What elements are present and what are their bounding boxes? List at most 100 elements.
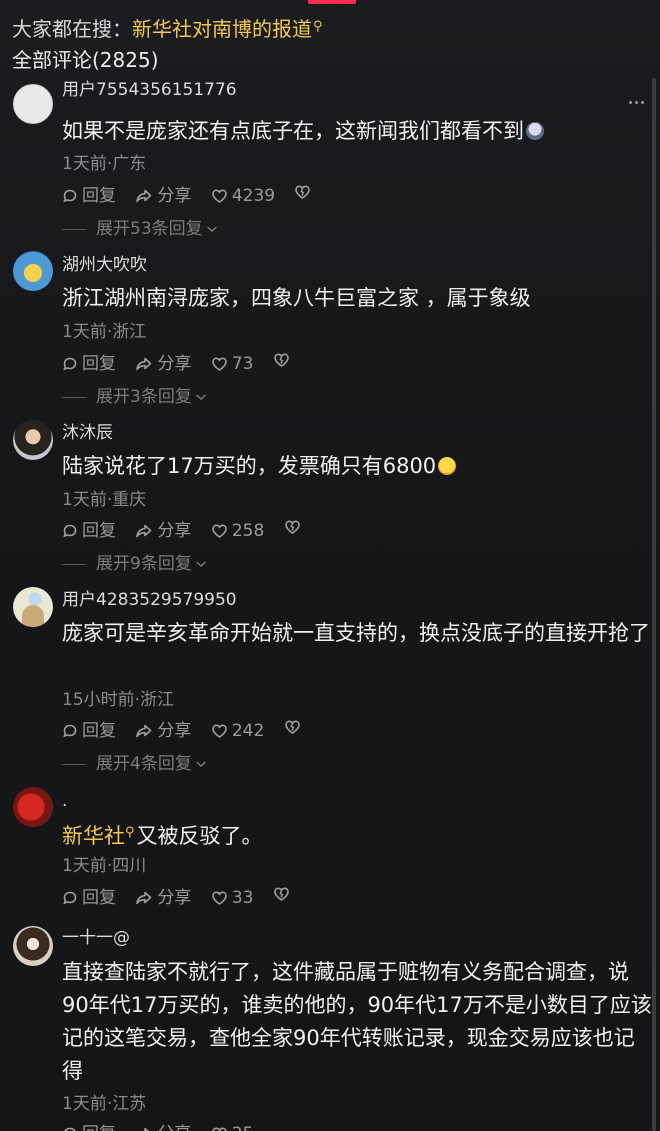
share-button[interactable]: 分享 [135,352,191,376]
reply-button[interactable]: 回复 [62,719,116,743]
divider [62,563,86,565]
comment-text: 庞家可是辛亥革命开始就一直支持的，换点没底子的直接开抢了 [62,621,650,645]
avatar[interactable] [13,787,53,827]
reply-label: 回复 [82,186,116,206]
comment-text-body: 又被反驳了。 [136,824,263,848]
broken-heart-icon [284,720,300,734]
expand-label: 展开9条回复 [96,554,192,574]
avatar[interactable] [13,926,53,966]
heart-icon [212,189,227,203]
reply-button[interactable]: 回复 [62,519,116,543]
comment-username[interactable]: 沐沐辰 [62,421,113,445]
reply-button[interactable]: 回复 [62,352,116,376]
comment-username[interactable]: 用户7554356151776 [62,78,237,102]
scrollbar-thumb[interactable] [652,78,656,1131]
like-button[interactable]: 242 [211,719,264,743]
share-button[interactable]: 分享 [135,719,191,743]
avatar-figure [22,605,44,627]
hot-search-prefix: 大家都在搜： [12,17,132,41]
reply-bubble-icon [63,357,77,371]
reply-bubble-icon [63,189,77,203]
share-arrow-icon [136,724,152,738]
share-button[interactable]: 分享 [135,519,191,543]
like-count: 73 [231,354,254,374]
broken-heart-icon [295,185,311,199]
expand-label: 展开53条回复 [96,219,203,239]
chevron-down-icon [195,394,206,401]
broken-heart-icon [274,887,289,901]
comment-actions: 回复 分享 258 [62,519,319,543]
comment-actions: 回复 分享 4239 [62,184,329,208]
broken-heart-icon [274,353,289,367]
like-button[interactable]: 258 [211,519,264,543]
comment-meta: 1天前·江苏 [62,1094,147,1114]
hot-search-bar[interactable]: 大家都在搜：新华社对南博的报道⚲ [12,13,323,43]
reply-button[interactable]: 回复 [62,1122,116,1131]
dislike-button[interactable] [273,886,294,902]
comment-text-body: 陆家说花了17万买的，发票确只有6800 [62,454,437,478]
share-arrow-icon [136,891,152,905]
comment-text: 新华社⚲又被反驳了。 [62,816,652,853]
comment-meta: 1天前·广东 [62,154,147,174]
like-button[interactable]: 33 [211,886,254,910]
chevron-down-icon [195,761,206,768]
like-button[interactable]: 4239 [211,184,275,208]
comment-text-body: 如果不是庞家还有点底子在，这新闻我们都看不到 [62,119,524,143]
hot-search-topic[interactable]: 新华社对南博的报道 [132,17,312,41]
share-button[interactable]: 分享 [135,184,191,208]
comment-username[interactable]: 一十一@ [62,926,130,950]
reply-button[interactable]: 回复 [62,184,116,208]
expand-replies-button[interactable]: 展开4条回复 [62,752,207,776]
share-label: 分享 [157,721,192,741]
expand-label: 展开4条回复 [96,754,192,774]
search-icon[interactable]: ⚲ [125,825,135,840]
like-button[interactable]: 73 [211,352,254,376]
emoji-icon [526,122,544,140]
share-arrow-icon [144,1127,150,1131]
dislike-button[interactable] [284,519,305,535]
avatar[interactable] [13,84,53,124]
reply-button[interactable]: 回复 [62,886,116,910]
comment-meta: 15小时前·浙江 [62,690,175,710]
comment-username[interactable]: 用户4283529579950 [62,588,237,612]
expand-replies-button[interactable]: 展开9条回复 [62,552,207,576]
comment-text: 浙江湖州南浔庞家，四象八牛巨富之家 ，属于象级 [62,286,531,310]
reply-label: 回复 [82,888,116,908]
comment-text: 如果不是庞家还有点底子在，这新闻我们都看不到 [62,115,652,148]
expand-replies-button[interactable]: 展开53条回复 [62,217,218,241]
dislike-button[interactable] [284,719,305,735]
avatar[interactable] [13,587,53,627]
comment-username[interactable]: . [62,789,67,813]
comment-meta: 1天前·重庆 [62,490,147,510]
avatar[interactable] [13,420,53,460]
divider [62,396,86,398]
broken-heart-icon [284,520,300,534]
mention-link[interactable]: 新华社 [62,824,125,848]
chevron-down-icon [195,561,206,568]
dislike-button[interactable] [273,352,294,368]
expand-replies-button[interactable]: 展开3条回复 [62,385,207,409]
comment-text: 直接查陆家不就行了，这件藏品属于赃物有义务配合调查，说90年代17万买的，谁卖的… [62,960,652,1083]
like-button[interactable]: 25 [211,1122,253,1131]
comment-meta: 1天前·四川 [62,856,147,876]
more-dots-icon[interactable] [629,96,645,110]
scrollbar[interactable] [652,78,656,1131]
emoji-icon [438,457,457,475]
comment-count: 全部评论(2825) [12,48,159,72]
reply-bubble-icon [63,891,77,905]
dislike-button[interactable] [294,184,315,200]
heart-icon [212,891,227,905]
share-label: 分享 [157,1122,191,1131]
share-button[interactable]: 分享 [135,1122,191,1131]
search-icon[interactable]: ⚲ [313,19,323,34]
chevron-down-icon [206,226,217,233]
active-tab-indicator [308,0,356,4]
share-arrow-icon [136,524,152,538]
reply-bubble-icon [63,524,77,538]
reply-label: 回复 [82,1122,116,1131]
like-count: 4239 [231,186,276,206]
avatar[interactable] [13,251,53,291]
comment-username[interactable]: 湖州大吹吹 [62,253,147,277]
like-count: 33 [231,888,254,908]
share-button[interactable]: 分享 [135,886,191,910]
